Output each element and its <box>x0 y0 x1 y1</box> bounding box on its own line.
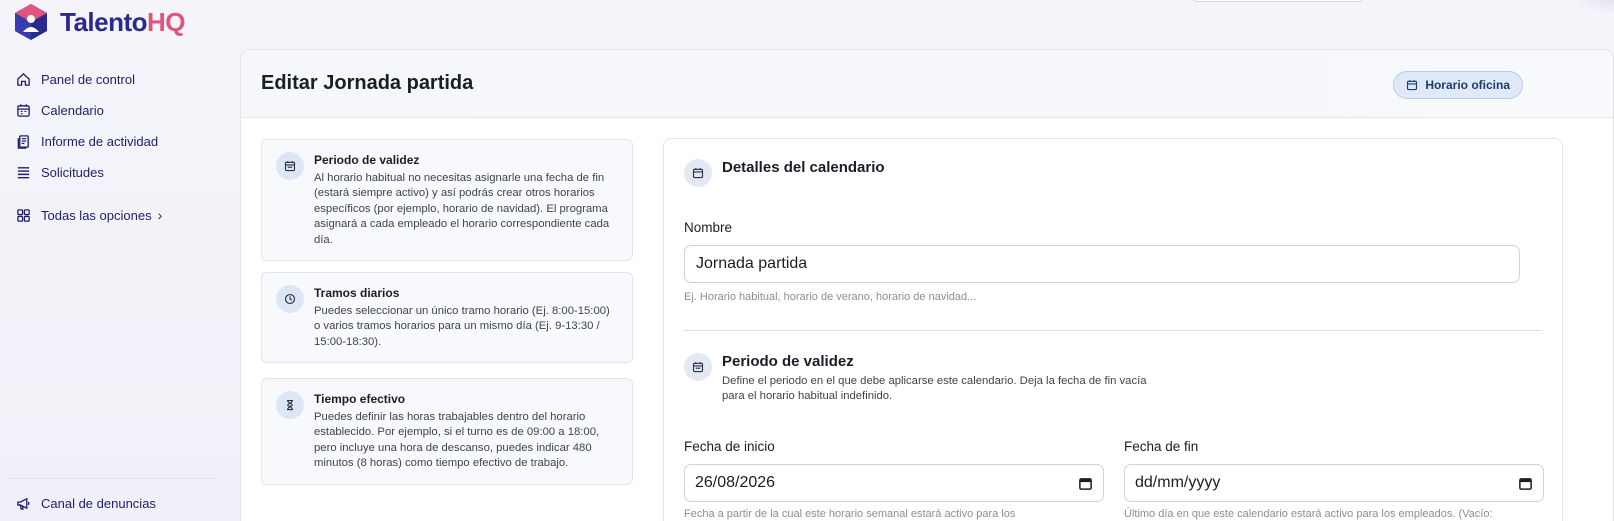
sidebar-item-canal-de-denuncias[interactable]: Canal de denuncias <box>16 496 156 511</box>
list-icon <box>17 167 30 179</box>
calendar-icon <box>692 168 704 179</box>
badge-label: Horario oficina <box>1425 78 1510 92</box>
validity-description: Define el periodo en el que debe aplicar… <box>722 375 1147 403</box>
megaphone-icon <box>17 497 30 510</box>
sidebar-item-solicitudes[interactable]: Solicitudes <box>16 165 104 180</box>
top-search-box[interactable] <box>1190 0 1365 2</box>
calendar-icon <box>17 104 30 117</box>
sidebar: Panel de control Calendario Informe de a… <box>0 0 232 521</box>
calendar-form: Detalles del calendario Nombre Ej. Horar… <box>663 138 1563 521</box>
sidebar-item-label: Calendario <box>41 103 104 118</box>
end-date-label: Fecha de fin <box>1124 439 1199 454</box>
info-card-title: Periodo de validez <box>314 153 420 167</box>
start-date-label: Fecha de inicio <box>684 439 775 454</box>
sidebar-item-label: Informe de actividad <box>41 134 159 149</box>
start-date-input[interactable]: 26/08/2026 <box>684 464 1104 502</box>
page-title: Editar Jornada partida <box>261 72 474 94</box>
sidebar-item-panel-de-control[interactable]: Panel de control <box>16 72 135 87</box>
main-card: Editar Jornada partida Horario oficina P… <box>240 49 1614 521</box>
section-icon-wrapper <box>684 159 712 187</box>
end-date-placeholder: dd/mm/yyyy <box>1135 474 1221 491</box>
sidebar-item-todas-las-opciones[interactable]: Todas las opciones › <box>16 207 162 223</box>
name-input[interactable] <box>684 245 1520 283</box>
info-card-title: Tramos diarios <box>314 286 400 300</box>
details-section-title: Detalles del calendario <box>722 159 885 176</box>
sidebar-item-label: Solicitudes <box>41 165 104 180</box>
page-header: Editar Jornada partida Horario oficina <box>241 50 1613 118</box>
report-icon <box>17 135 29 149</box>
info-card-text: Al horario habitual no necesitas asignar… <box>314 172 610 246</box>
section-divider <box>684 330 1542 331</box>
top-decoration <box>1574 0 1614 14</box>
name-hint: Ej. Horario habitual, horario de verano,… <box>684 291 977 303</box>
calendar-picker-icon[interactable] <box>1078 476 1093 491</box>
grid-icon <box>17 208 30 222</box>
sidebar-item-label: Todas las opciones <box>41 207 152 223</box>
info-icon-wrapper <box>276 285 304 313</box>
name-label: Nombre <box>684 220 733 235</box>
clock-icon <box>284 293 296 305</box>
sidebar-item-calendario[interactable]: Calendario <box>16 103 104 118</box>
section-icon-wrapper <box>684 353 712 381</box>
sidebar-item-label: Panel de control <box>41 72 135 87</box>
calendar-icon <box>692 362 704 373</box>
info-card-title: Tiempo efectivo <box>314 392 406 406</box>
info-icon-wrapper <box>276 152 304 180</box>
info-icon-wrapper <box>276 391 304 419</box>
sidebar-item-informe-de-actividad[interactable]: Informe de actividad <box>16 134 158 149</box>
end-date-hint: Último día en que este calendario estará… <box>1124 508 1493 520</box>
home-icon <box>17 72 30 86</box>
validity-section-title: Periodo de validez <box>722 353 854 370</box>
calendar-icon <box>284 161 296 172</box>
info-card-tramos-diarios: Tramos diarios Puedes seleccionar un úni… <box>261 272 633 364</box>
start-date-value: 26/08/2026 <box>695 474 776 491</box>
start-date-hint: Fecha a partir de la cual este horario s… <box>684 508 1016 520</box>
sidebar-item-label: Canal de denuncias <box>41 496 156 511</box>
info-card-periodo-validez: Periodo de validez Al horario habitual n… <box>261 139 633 262</box>
end-date-input[interactable]: dd/mm/yyyy <box>1124 464 1544 502</box>
calendar-picker-icon[interactable] <box>1518 476 1533 491</box>
calendar-icon <box>1407 80 1418 91</box>
sidebar-divider <box>8 478 218 479</box>
info-card-text: Puedes seleccionar un único tramo horari… <box>314 305 610 348</box>
info-card-text: Puedes definir las horas trabajables den… <box>314 411 600 470</box>
chevron-right-icon: › <box>157 207 163 223</box>
info-card-tiempo-efectivo: Tiempo efectivo Puedes definir las horas… <box>261 378 633 485</box>
hourglass-icon <box>287 399 293 411</box>
schedule-type-badge[interactable]: Horario oficina <box>1393 71 1523 99</box>
